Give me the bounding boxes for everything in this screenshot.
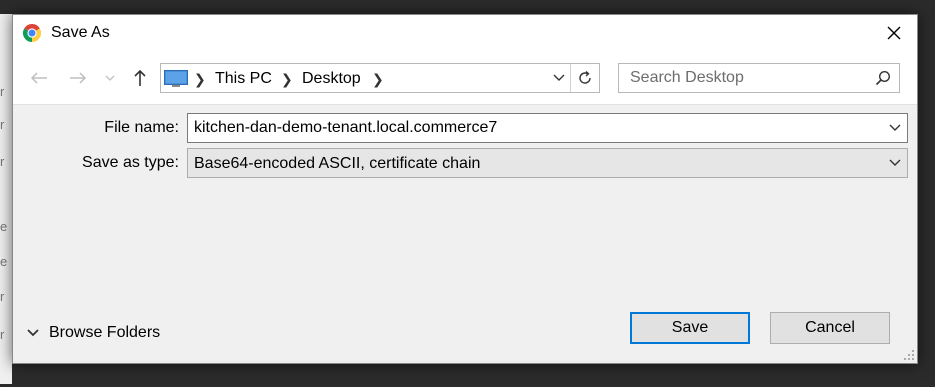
save-type-select[interactable]: Base64-encoded ASCII, certificate chain — [187, 148, 908, 178]
breadcrumb-separator: ❯ — [281, 71, 293, 87]
background-window: r r r e e r r — [0, 14, 12, 384]
search-input[interactable] — [619, 64, 869, 92]
breadcrumb-separator[interactable]: ❯ — [372, 71, 384, 88]
file-name-label: File name: — [104, 119, 179, 136]
refresh-icon — [579, 70, 591, 84]
refresh-button[interactable] — [570, 64, 599, 92]
save-as-dialog: Save As ❯ This PC ❯ Desktop ❯ Search Des… — [12, 14, 918, 364]
search-box[interactable] — [618, 63, 900, 93]
cancel-button[interactable]: Cancel — [770, 312, 890, 344]
browse-folders-label: Browse Folders — [49, 324, 161, 341]
address-bar[interactable]: ❯ This PC ❯ Desktop ❯ — [160, 63, 600, 93]
up-button[interactable] — [128, 67, 152, 89]
chevron-down-icon — [889, 159, 901, 166]
background-text: r — [0, 289, 5, 304]
title-bar: Save As — [13, 15, 917, 51]
close-button[interactable] — [871, 15, 917, 51]
search-icon[interactable] — [875, 70, 891, 86]
file-name-combobox[interactable] — [187, 113, 908, 143]
background-text: r — [0, 327, 5, 342]
breadcrumb-item-this-pc[interactable]: This PC — [215, 70, 272, 88]
file-name-input[interactable] — [188, 114, 878, 142]
close-icon — [887, 26, 901, 40]
arrow-right-icon — [70, 72, 87, 84]
address-dropdown-button[interactable] — [548, 64, 570, 92]
chevron-down-icon — [105, 75, 115, 81]
background-text: r — [0, 154, 5, 169]
background-text: e — [0, 219, 8, 234]
arrow-left-icon — [30, 72, 47, 84]
background-text: r — [0, 84, 5, 99]
navigation-bar: ❯ This PC ❯ Desktop ❯ — [13, 51, 917, 105]
background-text: r — [0, 117, 5, 132]
chrome-icon — [22, 23, 42, 43]
chevron-down-icon — [553, 74, 565, 81]
resize-grip-icon[interactable] — [903, 349, 915, 361]
save-type-label: Save as type: — [82, 154, 179, 171]
save-type-value: Base64-encoded ASCII, certificate chain — [194, 155, 481, 172]
save-button[interactable]: Save — [630, 312, 750, 344]
background-text: e — [0, 254, 8, 269]
chevron-down-icon — [27, 329, 39, 337]
arrow-up-icon — [134, 69, 146, 86]
recent-locations-button[interactable] — [102, 67, 118, 89]
chevron-down-icon[interactable] — [889, 123, 901, 133]
breadcrumb-separator: ❯ — [194, 71, 206, 87]
browse-folders-toggle[interactable]: Browse Folders — [27, 323, 160, 343]
forward-button[interactable] — [66, 67, 90, 89]
pc-icon — [164, 70, 188, 87]
breadcrumb-item-desktop[interactable]: Desktop — [302, 70, 361, 88]
back-button[interactable] — [27, 67, 51, 89]
window-title: Save As — [51, 24, 110, 41]
